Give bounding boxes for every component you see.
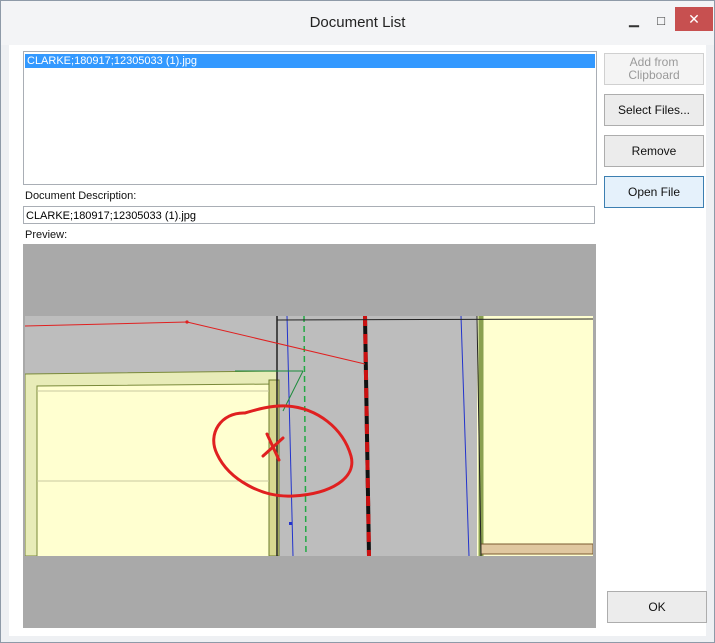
minimize-icon[interactable]: ▁: [621, 9, 647, 31]
ok-button[interactable]: OK: [607, 591, 707, 623]
description-input[interactable]: CLARKE;180917;12305033 (1).jpg: [23, 206, 595, 224]
title-bar[interactable]: Document List ▁ □ ✕: [1, 1, 714, 45]
preview-pane: [23, 244, 596, 628]
open-file-button[interactable]: Open File: [604, 176, 704, 208]
window-title: Document List: [309, 14, 406, 31]
document-list-window: Document List ▁ □ ✕ CLARKE;180917;123050…: [0, 0, 715, 643]
close-icon[interactable]: ✕: [675, 7, 713, 31]
select-files-button[interactable]: Select Files...: [604, 94, 704, 126]
list-item[interactable]: CLARKE;180917;12305033 (1).jpg: [25, 54, 595, 68]
description-label: Document Description:: [25, 190, 137, 202]
remove-button[interactable]: Remove: [604, 135, 704, 167]
preview-image: [25, 316, 593, 556]
preview-label: Preview:: [25, 229, 68, 241]
document-listbox[interactable]: CLARKE;180917;12305033 (1).jpg: [23, 51, 597, 185]
add-from-clipboard-button[interactable]: Add from Clipboard: [604, 53, 704, 85]
maximize-icon[interactable]: □: [647, 9, 675, 31]
